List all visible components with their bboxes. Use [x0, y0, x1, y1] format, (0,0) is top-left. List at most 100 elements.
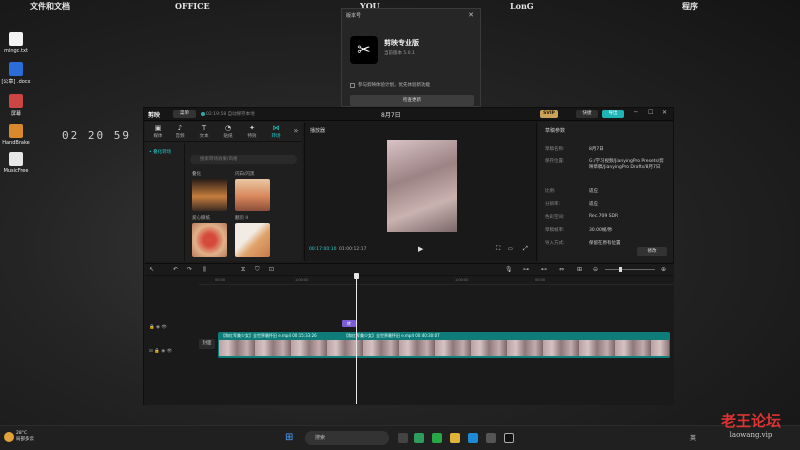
zoom-in-icon[interactable]: ⊕ — [661, 266, 666, 273]
tab-effects[interactable]: ✦ 特效 — [241, 124, 263, 139]
menu-button[interactable]: 菜单 — [173, 110, 196, 118]
checkbox-label: 参与剪映体验计划，优先体验新功能 — [358, 83, 430, 88]
desktop-icon-label: HandBrake — [2, 140, 30, 146]
media-panel: ▣ 媒体 ♪ 音频 T 文本 ◔ 贴纸 ✦ 特效 ⋈ 转场 » • 叠化转场 搜索转场效果/… — [145, 122, 302, 261]
app-name: 剪映专业版 — [384, 39, 419, 47]
task-view-icon[interactable] — [398, 433, 408, 443]
image-file-icon — [9, 94, 23, 108]
desktop-folder-long[interactable]: LonG — [510, 1, 534, 11]
crop-icon[interactable]: ⊡ — [269, 266, 274, 273]
category-dissolve[interactable]: • 叠化转场 — [149, 149, 171, 155]
maximize-icon[interactable]: ☐ — [648, 109, 653, 116]
shortcut-button[interactable]: 快捷 — [576, 110, 598, 118]
ratio-icon[interactable]: ▭ — [508, 246, 513, 252]
close-icon[interactable]: ✕ — [468, 11, 474, 19]
tab-stickers[interactable]: ◔ 贴纸 — [217, 124, 239, 139]
windows-taskbar: 28°C 局部多云 ⊞ 搜索 英 — [0, 425, 800, 450]
prop-value: 8月7日 — [589, 147, 604, 152]
input-method-indicator[interactable]: 英 — [690, 433, 696, 442]
edge-icon[interactable] — [468, 433, 478, 443]
clip-title: 【和红军美少女】全世界最怀旧 e.mp4 00:40:30:07 — [344, 333, 440, 338]
check-update-button[interactable]: 检查更新 — [350, 95, 474, 106]
transition-thumb[interactable] — [235, 179, 270, 211]
windows-start-icon[interactable]: ⊞ — [285, 432, 293, 443]
tab-label: 媒体 — [153, 134, 163, 139]
transition-thumb[interactable] — [192, 223, 227, 257]
zoom-fit-icon[interactable]: ⊞ — [577, 266, 582, 273]
track-lock-icon[interactable]: 🔒 ◉ 👁 — [149, 325, 203, 330]
snap-icon[interactable]: ⊷ — [541, 266, 547, 273]
forum-watermark: 老王论坛 laowang.vip — [706, 410, 796, 439]
experience-program-checkbox[interactable] — [350, 83, 355, 88]
export-button[interactable]: 导出 — [602, 110, 624, 118]
time-ruler[interactable]: 00:00 1:00:00 1:00:00 00:00 — [199, 277, 674, 285]
video-preview[interactable] — [387, 140, 457, 232]
undo-icon[interactable]: ↶ — [173, 266, 178, 273]
select-tool-icon[interactable]: ↖ — [149, 266, 154, 273]
play-icon[interactable]: ▶ — [418, 245, 423, 253]
preview-axis-icon[interactable]: ⇔ — [559, 266, 564, 273]
desktop-folder-programs[interactable]: 程序 — [682, 1, 698, 12]
prop-key: 比例: — [545, 189, 556, 194]
fullscreen-icon[interactable]: ⤢ — [523, 245, 528, 253]
freeze-icon[interactable]: ⧖ — [241, 266, 245, 274]
vip-badge[interactable]: SVIP — [540, 110, 558, 118]
transition-thumb[interactable] — [235, 223, 270, 257]
desktop-folder-docs[interactable]: 文件和文档 — [30, 1, 70, 12]
prop-row: 草稿帧率: 30.00帧/秒 — [545, 227, 667, 233]
playhead[interactable] — [356, 273, 357, 404]
folder-icon[interactable] — [450, 433, 460, 443]
search-input[interactable]: 搜索转场效果/风格 — [190, 155, 297, 164]
capcut-logo-icon: ✂ — [350, 36, 378, 64]
tab-media[interactable]: ▣ 媒体 — [147, 124, 169, 139]
tab-label: 转场 — [271, 134, 281, 139]
prop-value: 30.00帧/秒 — [589, 228, 613, 233]
weather-sun-icon — [4, 432, 14, 442]
desktop-folder-office[interactable]: OFFICE — [175, 1, 210, 11]
autosave-status-icon — [201, 112, 205, 116]
playhead-handle[interactable] — [354, 273, 359, 279]
prop-key: 草稿帧率: — [545, 228, 565, 233]
total-duration: 01:00:12:17 — [339, 247, 367, 252]
close-icon[interactable]: ✕ — [662, 109, 667, 116]
cover-button[interactable]: 封面 — [199, 339, 215, 349]
desktop-icon-label: 屏幕 — [10, 111, 21, 117]
main-track-controls-icon[interactable]: ⊟ 🔒 ◉ 👁 — [149, 349, 203, 354]
desktop-icon-handbrake[interactable]: HandBrake — [0, 124, 34, 146]
clip-title: 【和红军美少女】全世界最怀旧 e.mp4 00:15:33:26 — [221, 333, 317, 338]
text-clip[interactable]: 转 — [342, 320, 356, 327]
tab-audio[interactable]: ♪ 音频 — [169, 124, 191, 139]
modify-button[interactable]: 修改 — [637, 247, 667, 256]
transition-thumb[interactable] — [192, 179, 227, 211]
redo-icon[interactable]: ↷ — [187, 266, 192, 273]
text-file-icon — [9, 32, 23, 46]
app-icon[interactable] — [486, 433, 496, 443]
main-video-track[interactable]: 【和红军美少女】全世界最怀旧 e.mp4 00:15:33:26 【和红军美少女… — [218, 332, 670, 358]
desktop-icon-mingc[interactable]: mingc.txt — [0, 32, 34, 54]
shield-icon[interactable]: ⛉ — [255, 266, 260, 274]
watermark-title: 老王论坛 — [720, 412, 781, 430]
tab-transitions[interactable]: ⋈ 转场 — [265, 124, 287, 139]
weather-widget[interactable]: 28°C 局部多云 — [4, 431, 34, 443]
taskbar-search[interactable]: 搜索 — [305, 431, 389, 445]
microphone-icon[interactable]: 🎙 — [505, 266, 513, 273]
app-icon[interactable] — [432, 433, 442, 443]
zoom-slider[interactable] — [605, 269, 655, 270]
fit-icon[interactable]: ⛶ — [496, 245, 500, 253]
desktop-icon-musicfree[interactable]: MusicFree — [0, 152, 34, 174]
desktop-clock: 02 20 59 — [62, 129, 131, 142]
autosave-text: 02:19:58 自动保存本地 — [206, 112, 255, 117]
zoom-out-icon[interactable]: ⊖ — [593, 266, 598, 273]
capcut-taskbar-icon[interactable] — [504, 433, 514, 443]
link-icon[interactable]: ⊶ — [523, 266, 529, 273]
app-icon[interactable] — [414, 433, 424, 443]
zoom-slider-handle[interactable] — [619, 267, 622, 272]
split-icon[interactable]: ⫼ — [203, 266, 206, 274]
minimize-icon[interactable]: ─ — [634, 109, 638, 116]
prop-row: 比例: 适应 — [545, 188, 667, 194]
desktop-icon-doc[interactable]: [公章] .docx — [0, 62, 34, 85]
desktop-icon-screen[interactable]: 屏幕 — [0, 94, 34, 117]
thumb-label: 叠化 — [192, 172, 201, 177]
ruler-tick: 1:00:00 — [295, 278, 309, 282]
tab-text[interactable]: T 文本 — [193, 124, 215, 139]
